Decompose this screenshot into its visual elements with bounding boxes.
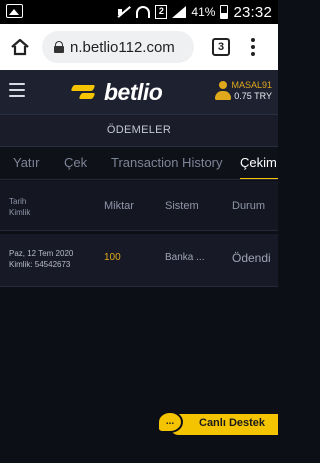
table-row[interactable]: Paz, 12 Tem 2020 Kimlik: 54542673 100 Ba… <box>0 231 278 287</box>
site-header: betlio MASAL91 0.75 TRY <box>0 70 278 114</box>
menu-dot <box>251 38 255 42</box>
column-header-id: Kimlik <box>9 208 31 217</box>
row-amount: 100 <box>104 252 121 263</box>
row-id: Kimlik: 54542673 <box>9 260 71 269</box>
mute-icon <box>117 6 131 18</box>
logo-mark-icon <box>72 84 102 100</box>
user-icon[interactable] <box>215 81 231 101</box>
row-date: Paz, 12 Tem 2020 <box>9 249 74 258</box>
tab-withdraw[interactable]: Çek <box>64 147 87 179</box>
sim-badge: 2 <box>155 5 168 19</box>
image-notification-icon <box>6 4 23 18</box>
menu-dot <box>251 52 255 56</box>
tab-transaction-history[interactable]: Transaction History <box>111 147 223 179</box>
withdrawals-table: Tarih Kimlik Miktar Sistem Durum Paz, 12… <box>0 181 278 287</box>
browser-menu-button[interactable] <box>248 36 258 58</box>
status-bar: 2 41% 23:32 <box>0 0 278 24</box>
live-support-label: Canlı Destek <box>199 417 266 429</box>
column-header-date: Tarih <box>9 197 27 206</box>
hamburger-line <box>9 95 25 97</box>
signal-icon <box>172 6 187 18</box>
battery-percent: 41% <box>191 5 216 19</box>
url-text: n.betlio112.com <box>70 38 175 56</box>
balance: 0.75 TRY <box>234 91 272 101</box>
live-support-button[interactable]: ... Canlı Destek <box>157 411 278 437</box>
row-status: Ödendi <box>232 251 271 265</box>
column-header-status: Durum <box>232 200 266 212</box>
tab-deposit[interactable]: Yatır <box>13 147 40 179</box>
battery-icon <box>220 5 229 19</box>
wifi-icon <box>136 6 151 18</box>
column-header-amount: Miktar <box>104 200 134 212</box>
lock-icon <box>54 41 64 53</box>
hamburger-line <box>9 83 25 85</box>
tab-switcher-button[interactable]: 3 <box>212 38 230 56</box>
browser-toolbar: n.betlio112.com 3 <box>0 24 278 70</box>
table-header: Tarih Kimlik Miktar Sistem Durum <box>0 181 278 231</box>
status-icons: 2 41% 23:32 <box>117 3 272 21</box>
column-header-system: Sistem <box>165 200 199 212</box>
logo-text: betlio <box>104 78 163 105</box>
menu-dot <box>251 45 255 49</box>
address-bar[interactable]: n.betlio112.com <box>42 31 194 63</box>
site-logo[interactable]: betlio <box>72 78 163 106</box>
user-account[interactable]: MASAL91 0.75 TRY <box>231 80 272 102</box>
tab-withdrawals[interactable]: Çekim <box>240 147 278 179</box>
hamburger-line <box>9 89 25 91</box>
page-title: ÖDEMELER <box>0 114 278 147</box>
hamburger-menu-icon[interactable] <box>9 83 25 97</box>
username: MASAL91 <box>231 80 272 90</box>
chat-bubble-icon: ... <box>157 411 183 433</box>
row-system: Banka ... <box>165 252 205 263</box>
home-button[interactable] <box>6 33 34 61</box>
payment-tabs: Yatır Çek Transaction History Çekim <box>0 147 278 180</box>
home-icon <box>11 38 29 56</box>
clock: 23:32 <box>233 3 272 21</box>
